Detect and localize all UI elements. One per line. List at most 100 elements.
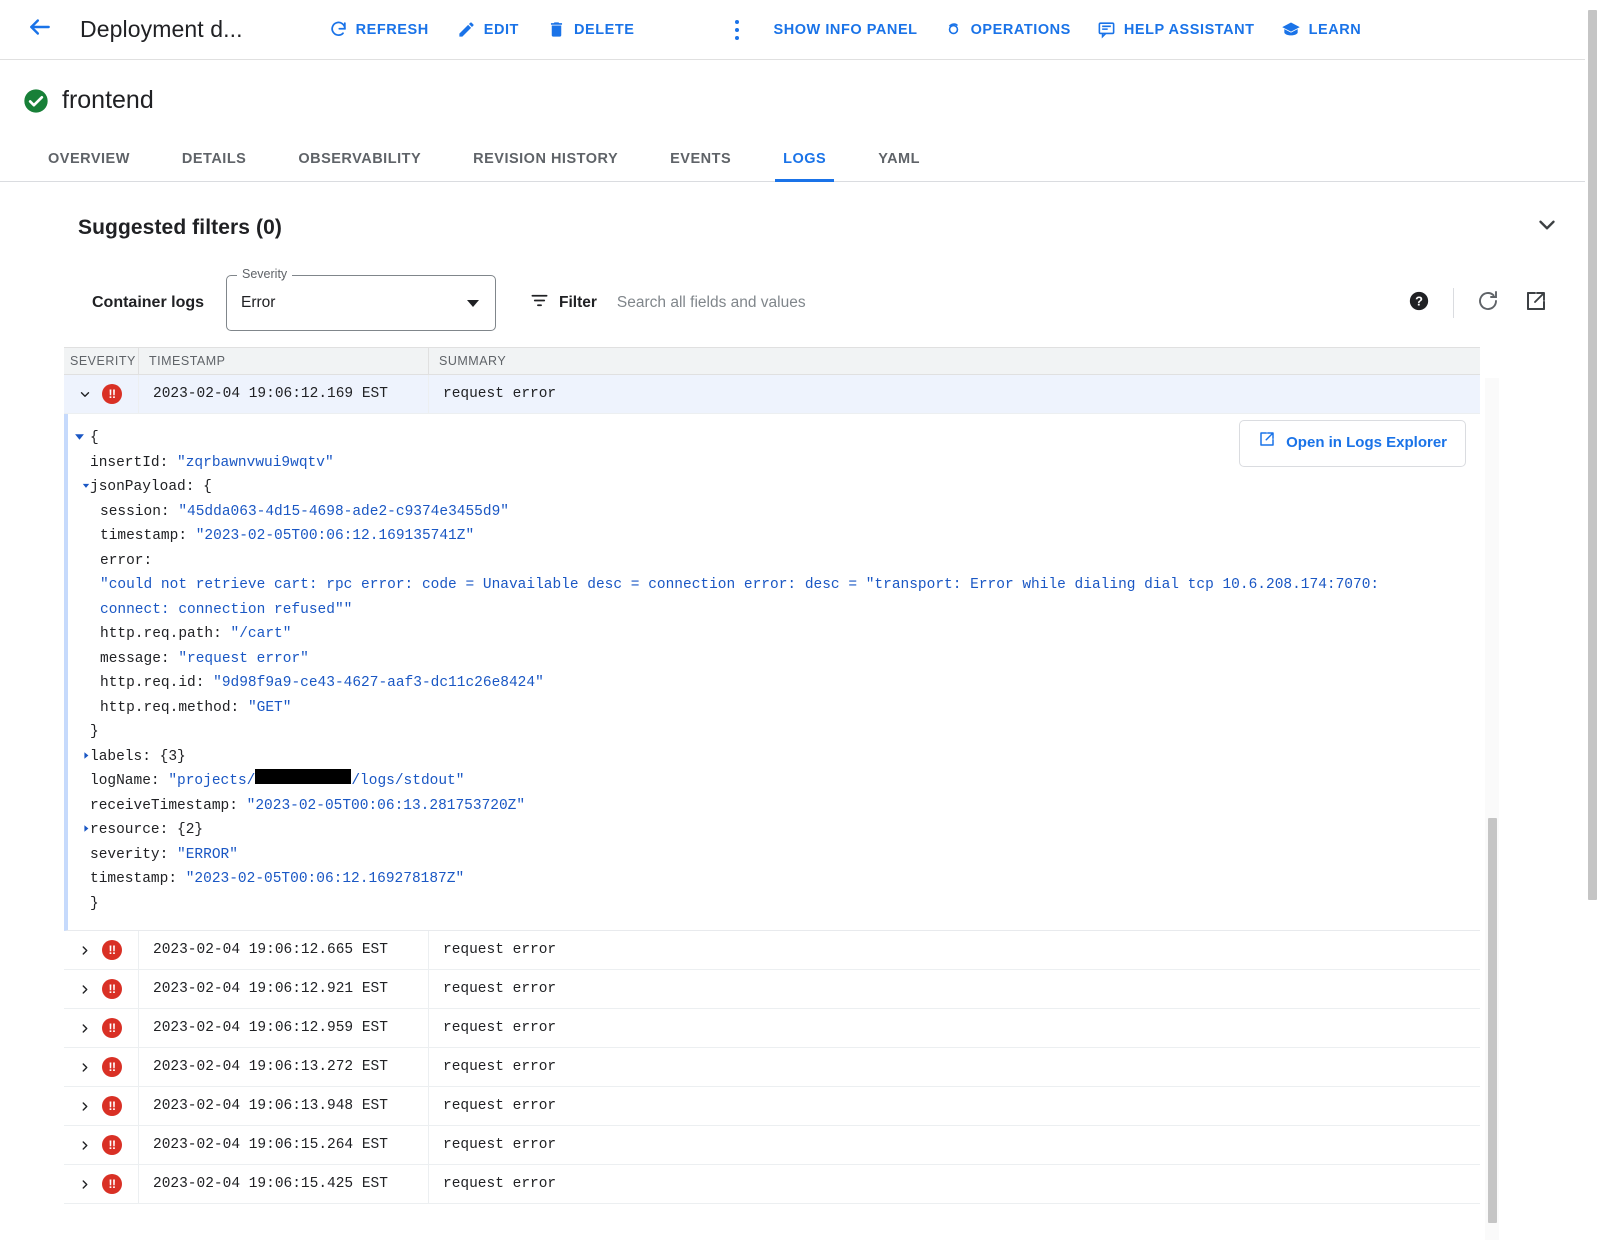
table-row[interactable]: !! 2023-02-04 19:06:12.169 EST request e… [64, 374, 1480, 414]
chevron-right-icon[interactable] [78, 1021, 92, 1036]
triangle-down-icon[interactable] [68, 475, 90, 491]
tab-details[interactable]: DETAILS [156, 151, 272, 181]
json-value-error-line1: "could not retrieve cart: rpc error: cod… [100, 577, 1380, 593]
edit-button[interactable]: EDIT [443, 12, 533, 47]
help-assistant-label: HELP ASSISTANT [1123, 21, 1255, 38]
refresh-button[interactable]: REFRESH [315, 12, 443, 47]
edit-label: EDIT [483, 21, 519, 38]
json-line-payload-close: } [68, 720, 1480, 745]
open-in-logs-explorer-label: Open in Logs Explorer [1286, 434, 1447, 451]
json-line-timestamp: timestamp: "2023-02-05T00:06:12.16927818… [68, 867, 1480, 892]
logs-table: SEVERITY TIMESTAMP SUMMARY !! 2023-02-04… [64, 347, 1480, 1204]
row-timestamp: 2023-02-04 19:06:12.169 EST [138, 374, 428, 414]
row-summary: request error [428, 1008, 1480, 1048]
chevron-right-icon[interactable] [78, 1060, 92, 1075]
json-value-session: "45dda063-4d15-4698-ade2-c9374e3455d9" [178, 503, 509, 520]
tab-logs[interactable]: LOGS [757, 151, 852, 182]
chevron-right-icon[interactable] [78, 943, 92, 958]
table-row[interactable]: !! 2023-02-04 19:06:13.948 EST request e… [64, 1086, 1480, 1126]
chevron-right-icon[interactable] [78, 1138, 92, 1153]
chevron-down-icon [467, 300, 480, 307]
page-scrollbar-thumb[interactable] [1588, 10, 1597, 900]
row-summary: request error [428, 1086, 1480, 1126]
trash-icon [547, 20, 566, 39]
json-line-labels: labels: {3} [68, 745, 1480, 770]
row-summary: request error [428, 1164, 1480, 1204]
chevron-right-icon[interactable] [78, 1177, 92, 1192]
table-scrollbar-thumb[interactable] [1488, 818, 1497, 1223]
help-button[interactable]: ? [1395, 279, 1443, 327]
chevron-down-icon[interactable] [1534, 212, 1560, 243]
help-assistant-button[interactable]: HELP ASSISTANT [1084, 12, 1268, 47]
row-severity-cell: !! [64, 979, 138, 999]
row-summary: request error [428, 930, 1480, 970]
json-line-req-path: http.req.path: "/cart" [68, 622, 1480, 647]
tab-events[interactable]: EVENTS [644, 151, 757, 181]
row-severity-cell: !! [64, 384, 138, 404]
learn-button[interactable]: LEARN [1268, 12, 1375, 48]
open-in-logs-explorer-button[interactable]: Open in Logs Explorer [1239, 420, 1466, 467]
resource-name: frontend [62, 86, 154, 114]
show-info-panel-button[interactable]: SHOW INFO PANEL [760, 14, 930, 46]
column-header-summary: SUMMARY [428, 347, 1480, 375]
tab-observability[interactable]: OBSERVABILITY [272, 151, 447, 181]
json-key-req-path: http.req.path: [100, 626, 231, 642]
open-logs-new-tab-button[interactable] [1512, 279, 1560, 327]
tab-overview[interactable]: OVERVIEW [22, 151, 156, 181]
json-key-resource: resource: {2} [90, 822, 204, 838]
refresh-circle-icon [1476, 289, 1500, 318]
table-row[interactable]: !! 2023-02-04 19:06:12.665 EST request e… [64, 930, 1480, 970]
table-scrollbar[interactable] [1485, 378, 1499, 1240]
chevron-right-icon[interactable] [78, 982, 92, 997]
json-key-error: error: [100, 552, 153, 569]
json-line-root-close: } [68, 892, 1480, 917]
severity-legend: Severity [237, 267, 293, 281]
row-summary: request error [428, 1125, 1480, 1165]
json-value-error-line2: connect: connection refused"" [100, 601, 353, 618]
row-severity-cell: !! [64, 940, 138, 960]
json-line-severity: severity: "ERROR" [68, 843, 1480, 868]
table-row[interactable]: !! 2023-02-04 19:06:15.425 EST request e… [64, 1164, 1480, 1204]
kebab-dot [735, 35, 740, 40]
operations-button[interactable]: OPERATIONS [931, 12, 1084, 47]
tab-yaml[interactable]: YAML [852, 151, 946, 181]
json-key-severity: severity: [90, 846, 178, 863]
search-input[interactable] [614, 293, 1255, 313]
json-line-log-name: logName: "projects/ /logs/stdout" [68, 769, 1480, 794]
back-arrow-icon [27, 14, 53, 45]
severity-select[interactable]: Severity Error [226, 267, 497, 331]
table-row[interactable]: !! 2023-02-04 19:06:15.264 EST request e… [64, 1125, 1480, 1165]
error-severity-icon: !! [102, 1018, 122, 1038]
json-line-error-value-1: "could not retrieve cart: rpc error: cod… [68, 573, 1480, 598]
triangle-right-icon[interactable] [68, 745, 90, 761]
overflow-menu-button[interactable] [722, 13, 752, 47]
deployment-details-page: Deployment d... REFRESH EDIT DELETE SHOW… [0, 0, 1600, 1258]
back-button[interactable] [22, 12, 58, 48]
json-root-brace: { [90, 430, 99, 446]
delete-button[interactable]: DELETE [533, 12, 649, 47]
filter-bar-right-icons: ? [1395, 279, 1560, 327]
suggested-filters-section: Suggested filters (0) [0, 182, 1600, 269]
table-row[interactable]: !! 2023-02-04 19:06:12.959 EST request e… [64, 1008, 1480, 1048]
chevron-right-icon[interactable] [78, 1099, 92, 1114]
refresh-logs-button[interactable] [1464, 279, 1512, 327]
help-icon: ? [1408, 290, 1430, 317]
json-line-receive-timestamp: receiveTimestamp: "2023-02-05T00:06:13.2… [68, 794, 1480, 819]
table-row[interactable]: !! 2023-02-04 19:06:13.272 EST request e… [64, 1047, 1480, 1087]
tab-revision-history[interactable]: REVISION HISTORY [447, 151, 644, 181]
kebab-dot [735, 19, 740, 24]
json-value-payload-timestamp: "2023-02-05T00:06:12.169135741Z" [195, 528, 475, 544]
page-scrollbar[interactable] [1585, 0, 1600, 1058]
triangle-right-icon[interactable] [68, 818, 90, 834]
log-filter-bar: Container logs Severity Error Filter ? [0, 267, 1600, 347]
table-row[interactable]: !! 2023-02-04 19:06:12.921 EST request e… [64, 969, 1480, 1009]
chevron-down-icon[interactable] [78, 387, 92, 402]
row-severity-cell: !! [64, 1135, 138, 1155]
json-key-payload-timestamp: timestamp: [100, 528, 196, 544]
triangle-down-icon[interactable] [68, 426, 90, 442]
filter-button[interactable]: Filter [530, 291, 597, 315]
